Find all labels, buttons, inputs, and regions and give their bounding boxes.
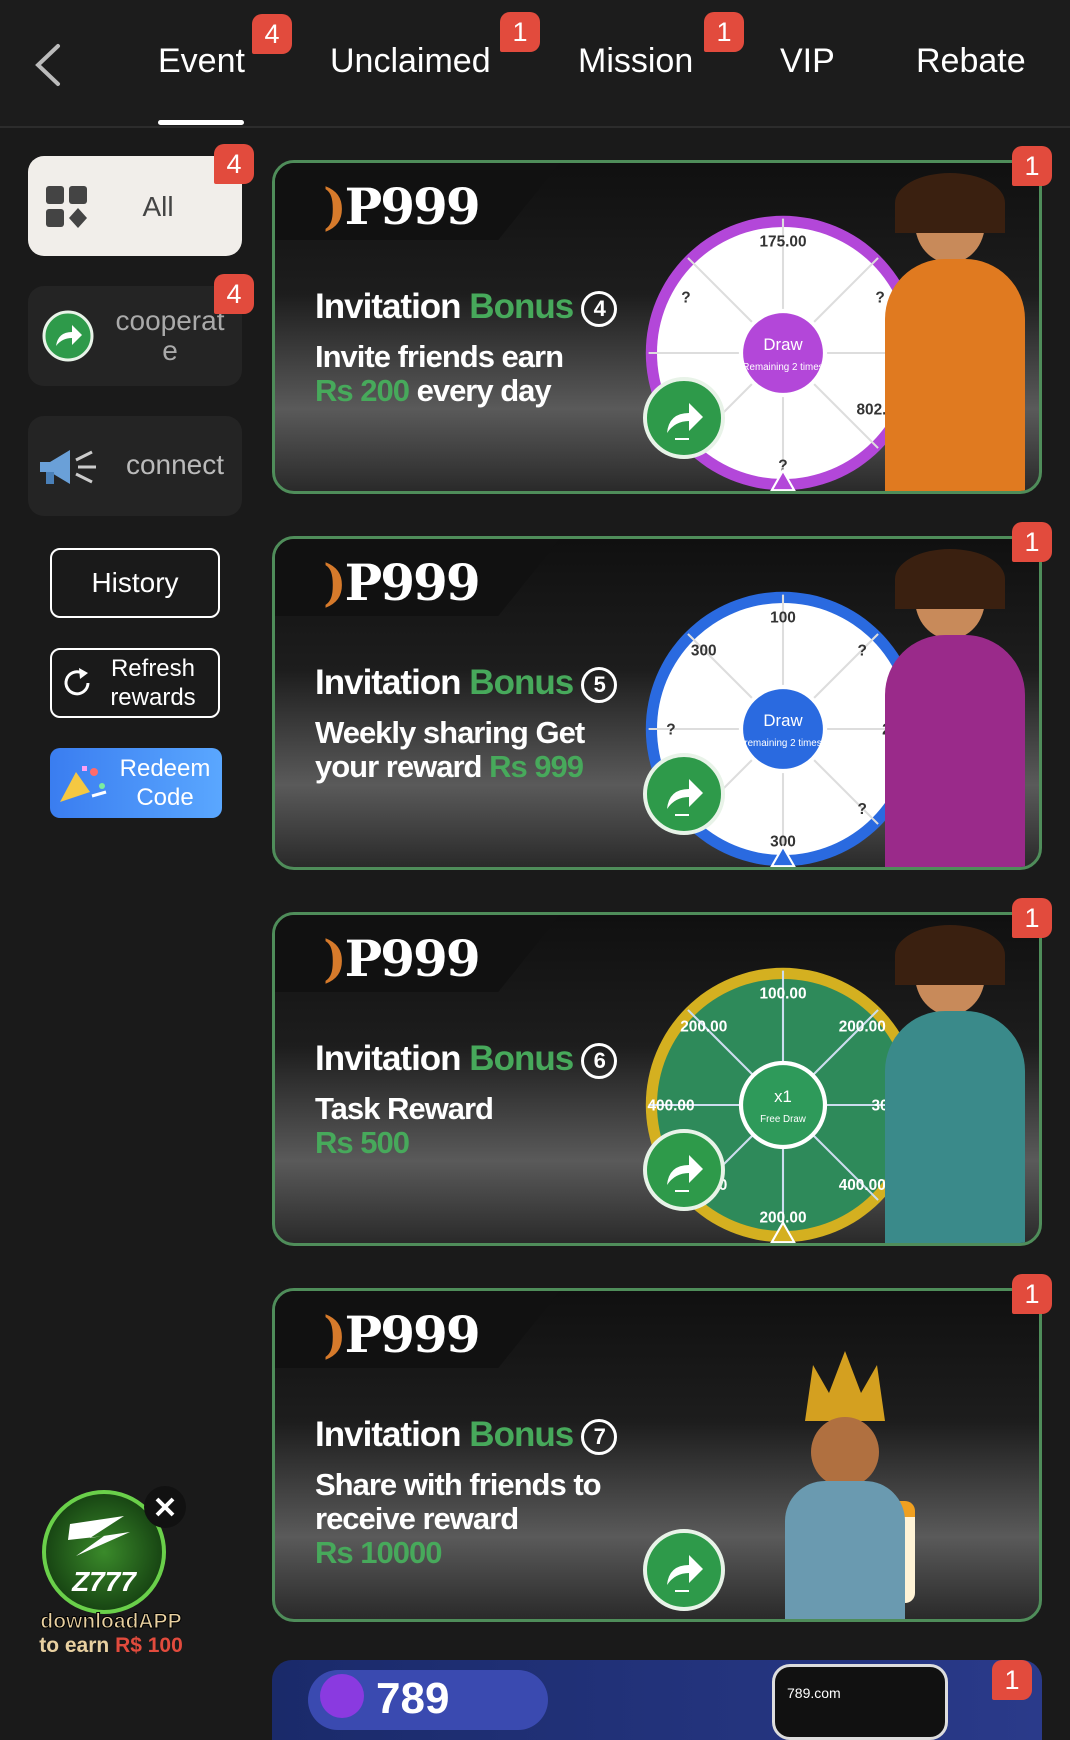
share-button[interactable]: [643, 1129, 725, 1211]
active-tab-indicator: [158, 120, 244, 125]
card-number: 5: [581, 666, 618, 703]
redeem-code-label: Redeem Code: [119, 755, 211, 811]
card-line-2: Rs 500: [315, 1125, 410, 1160]
redeem-code-button[interactable]: Redeem Code: [50, 748, 222, 818]
tab-mission[interactable]: Mission: [578, 42, 693, 81]
share-button[interactable]: [643, 1529, 725, 1611]
wheel-center-top: Draw: [763, 335, 803, 354]
p999-logo: )P999: [323, 553, 481, 612]
tab-event-badge: 4: [252, 14, 292, 54]
p999-logo: )P999: [323, 177, 481, 236]
card-title: Invitation Bonus 5: [315, 663, 618, 703]
category-cooperate[interactable]: cooperat e: [28, 286, 242, 386]
wheel-label: 200.00: [680, 1018, 727, 1035]
category-all-badge: 4: [214, 144, 254, 184]
p999-logo: )P999: [323, 1305, 481, 1364]
invitation-bonus-card[interactable]: )P999 Invitation Bonus 6 Task Reward Rs 500 …: [272, 912, 1042, 1246]
wheel-center-bottom: remaining 2 times: [744, 738, 821, 749]
share-button[interactable]: [643, 377, 725, 459]
tab-rebate[interactable]: Rebate: [916, 42, 1026, 81]
category-connect-label: connect: [125, 449, 225, 480]
back-chevron-icon[interactable]: [30, 40, 70, 90]
card-number: 7: [581, 1418, 618, 1455]
earn-text: to earn R$ 100: [26, 1634, 196, 1658]
share-button[interactable]: [643, 753, 725, 835]
invitation-bonus-card[interactable]: )P999 Invitation Bonus 5 Weekly sharing Get…: [272, 536, 1042, 870]
tab-event[interactable]: Event: [158, 42, 245, 81]
wheel-label: 100.00: [759, 986, 806, 1003]
p999-logo: )P999: [323, 929, 481, 988]
card-line-2: Rs 10000: [315, 1535, 442, 1570]
wheel-label: ?: [666, 722, 675, 739]
card-line-1: Task Reward: [315, 1091, 494, 1126]
earn-amount: R$ 100: [115, 1634, 183, 1657]
partial-logo-circle: [320, 1674, 364, 1718]
download-app-text: downloadAPP: [40, 1610, 182, 1634]
card-line-2: your reward Rs 999: [315, 749, 584, 784]
card-line-1: Weekly sharing Get: [315, 715, 585, 750]
invitation-bonus-card[interactable]: )P999 Invitation Bonus 7 Share with friends…: [272, 1288, 1042, 1622]
share-arrow-icon: [667, 403, 703, 440]
wheel-center-top: x1: [774, 1087, 792, 1106]
card-badge: 1: [1012, 146, 1052, 186]
card-badge: 1: [1012, 522, 1052, 562]
grid-icon: [46, 186, 87, 228]
phone-brand: 789.com: [787, 1685, 841, 1701]
refresh-rewards-button[interactable]: Refresh rewards: [50, 648, 220, 718]
warrior-character: [745, 1341, 945, 1619]
wheel-label: 175.00: [759, 234, 806, 251]
card-line-1: Invite friends earn: [315, 339, 564, 374]
phone-mockup: 789.com: [772, 1664, 948, 1740]
card-badge: 1: [1012, 898, 1052, 938]
wheel-label: 300: [691, 642, 717, 659]
wheel-center-top: Draw: [763, 711, 803, 730]
partial-promo-card[interactable]: 789 789.com: [272, 1660, 1042, 1740]
earn-text-prefix: to earn: [39, 1634, 116, 1657]
top-nav-bar: Event 4 Unclaimed 1 Mission 1 VIP Rebate: [0, 0, 1070, 128]
card-line-1b: receive reward: [315, 1501, 519, 1536]
card-number: 4: [581, 290, 618, 327]
card-badge: 1: [1012, 1274, 1052, 1314]
wheel-center-bottom: Remaining 2 times: [742, 362, 823, 373]
invitation-bonus-card[interactable]: )P999 Invitation Bonus 4 Invite friends ear…: [272, 160, 1042, 494]
floating-download-ad[interactable]: Z777 downloadAPP to earn R$ 100: [26, 1486, 196, 1666]
tab-vip[interactable]: VIP: [780, 42, 835, 81]
category-cooperate-label: cooperat e: [115, 305, 225, 366]
tab-unclaimed[interactable]: Unclaimed: [330, 42, 491, 81]
character-illustration: [865, 163, 1039, 491]
card-title: Invitation Bonus 6: [315, 1039, 618, 1079]
close-ad-button[interactable]: [144, 1486, 186, 1528]
confetti-icon: [60, 766, 107, 802]
tab-unclaimed-badge: 1: [500, 12, 540, 52]
card-title: Invitation Bonus 4: [315, 287, 618, 327]
share-icon: [42, 310, 94, 362]
refresh-rewards-label: Refresh rewards: [110, 655, 196, 711]
share-arrow-icon: [667, 779, 703, 816]
card-title: Invitation Bonus 7: [315, 1415, 618, 1455]
refresh-icon: [64, 668, 90, 696]
category-all-label: All: [142, 191, 174, 222]
history-button[interactable]: History: [50, 548, 220, 618]
card-line-2: Rs 200 every day: [315, 373, 552, 408]
share-arrow-icon: [667, 1155, 703, 1192]
megaphone-icon: [40, 450, 96, 484]
character-illustration: [865, 539, 1039, 867]
tab-mission-badge: 1: [704, 12, 744, 52]
card-line-1: Share with friends to: [315, 1467, 602, 1502]
category-cooperate-badge: 4: [214, 274, 254, 314]
z777-logo-text: Z777: [72, 1566, 136, 1597]
wheel-center-bottom: Free Draw: [760, 1114, 807, 1125]
partial-card-badge: 1: [992, 1660, 1032, 1700]
close-icon: [155, 1497, 175, 1517]
character-illustration: [865, 915, 1039, 1243]
partial-card-text: 789: [376, 1674, 450, 1723]
card-number: 6: [581, 1042, 618, 1079]
category-all[interactable]: All: [28, 156, 242, 256]
category-connect[interactable]: connect: [28, 416, 242, 516]
wheel-label: ?: [681, 290, 690, 307]
lightning-icon: [68, 1516, 130, 1556]
share-arrow-icon: [667, 1555, 703, 1592]
wheel-label: 400.00: [647, 1098, 694, 1115]
wheel-label: 100: [770, 610, 796, 627]
